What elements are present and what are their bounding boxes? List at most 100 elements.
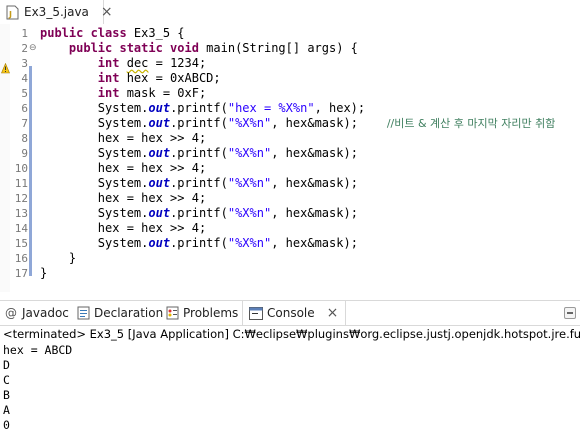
tab-label: Ex3_5.java bbox=[24, 5, 89, 19]
code-keyword: int bbox=[97, 56, 120, 70]
line-number: 4 bbox=[21, 72, 28, 85]
warning-icon[interactable] bbox=[1, 59, 10, 74]
line-number: 7 bbox=[21, 117, 28, 130]
change-indicator-bar bbox=[29, 66, 32, 276]
code-token: hex = hex >> 4; bbox=[40, 221, 207, 235]
code-line: int hex = 0xABCD; bbox=[40, 71, 221, 86]
console-terminated-header: <terminated> Ex3_5 [Java Application] C:… bbox=[3, 327, 580, 341]
console-output-line: C bbox=[3, 373, 10, 387]
code-token: mask = 0xF; bbox=[119, 86, 207, 100]
close-icon[interactable]: × bbox=[101, 5, 113, 19]
code-token: out bbox=[148, 116, 171, 130]
problems-icon bbox=[165, 306, 179, 320]
code-token: main(String[] args) { bbox=[198, 41, 358, 55]
code-string: "%X%n" bbox=[227, 236, 272, 250]
code-token: out bbox=[148, 101, 171, 115]
code-line: hex = hex >> 4; bbox=[40, 161, 206, 176]
code-line: public class Ex3_5 { bbox=[40, 26, 185, 41]
code-editor[interactable]: 1 2 ⊖ 3 4 5 6 7 8 9 10 11 12 13 14 15 16 17 public class … bbox=[0, 24, 580, 292]
line-number: 17 bbox=[14, 267, 28, 280]
code-string: "%X%n" bbox=[227, 116, 272, 130]
code-text-area[interactable]: public class Ex3_5 { public static void … bbox=[40, 24, 580, 292]
code-line: System.out.printf("%X%n", hex&mask); bbox=[40, 236, 358, 251]
code-token: .printf( bbox=[170, 101, 228, 115]
console-output-line: B bbox=[3, 388, 10, 402]
declaration-icon bbox=[76, 306, 90, 320]
console-icon bbox=[249, 306, 263, 320]
code-line: System.out.printf("%X%n", hex&mask); //비… bbox=[40, 116, 556, 131]
minimize-icon[interactable] bbox=[564, 307, 576, 319]
code-token: out bbox=[148, 206, 171, 220]
line-number: 16 bbox=[14, 252, 28, 265]
line-number: 12 bbox=[14, 192, 28, 205]
code-token: System. bbox=[40, 101, 149, 115]
code-token: , hex&mask); bbox=[271, 236, 358, 250]
console-output-line: D bbox=[3, 358, 10, 372]
code-token: .printf( bbox=[170, 206, 228, 220]
console-output-line: 0 bbox=[3, 418, 10, 432]
code-line: System.out.printf("%X%n", hex&mask); bbox=[40, 176, 358, 191]
code-keyword: int bbox=[97, 71, 120, 85]
code-token: System. bbox=[40, 116, 149, 130]
code-token: hex = hex >> 4; bbox=[40, 191, 207, 205]
code-token: System. bbox=[40, 176, 149, 190]
code-line: hex = hex >> 4; bbox=[40, 221, 206, 236]
code-token: = 1234; bbox=[148, 56, 207, 70]
line-number: 10 bbox=[14, 162, 28, 175]
tab-javadoc[interactable]: @ Javadoc bbox=[4, 301, 69, 325]
code-token: out bbox=[148, 236, 171, 250]
code-token: out bbox=[148, 176, 171, 190]
tab-declaration[interactable]: Declaration bbox=[76, 301, 163, 325]
code-line: hex = hex >> 4; bbox=[40, 191, 206, 206]
views-tab-bar: @ Javadoc Declaration Problems Console × bbox=[0, 300, 580, 326]
close-icon[interactable]: × bbox=[327, 305, 339, 321]
line-number: 15 bbox=[14, 237, 28, 250]
code-line: int mask = 0xF; bbox=[40, 86, 206, 101]
console-output-line: hex = ABCD bbox=[3, 343, 73, 357]
line-number: 2 bbox=[21, 42, 28, 55]
code-token: hex = 0xABCD; bbox=[119, 71, 221, 85]
tab-console-label: Console bbox=[267, 306, 315, 320]
console-output[interactable]: <terminated> Ex3_5 [Java Application] C:… bbox=[0, 326, 580, 435]
code-line: } bbox=[40, 266, 47, 281]
code-token: .printf( bbox=[170, 236, 228, 250]
console-output-line: A bbox=[3, 403, 10, 417]
line-number: 1 bbox=[21, 27, 28, 40]
code-string: "%X%n" bbox=[227, 206, 272, 220]
tab-ex3-5-java[interactable]: J Ex3_5.java × bbox=[0, 0, 113, 25]
code-token: out bbox=[148, 146, 171, 160]
line-number: 6 bbox=[21, 102, 28, 115]
code-token: System. bbox=[40, 236, 149, 250]
tab-console[interactable]: Console × bbox=[242, 301, 346, 325]
code-keyword: public static void bbox=[68, 41, 199, 55]
code-line: System.out.printf("%X%n", hex&mask); bbox=[40, 206, 358, 221]
javadoc-icon: @ bbox=[5, 306, 17, 320]
code-token: hex = hex >> 4; bbox=[40, 161, 207, 175]
java-file-icon: J bbox=[6, 5, 19, 20]
code-string: "%X%n" bbox=[227, 176, 272, 190]
line-number: 14 bbox=[14, 222, 28, 235]
code-token: Ex3_5 { bbox=[126, 26, 185, 40]
tab-problems[interactable]: Problems bbox=[165, 301, 238, 325]
svg-text:J: J bbox=[8, 10, 12, 19]
line-number: 11 bbox=[14, 177, 28, 190]
editor-tab-bar: J Ex3_5.java × bbox=[0, 0, 580, 25]
code-line: int dec = 1234; bbox=[40, 56, 206, 71]
code-token: System. bbox=[40, 146, 149, 160]
code-token: } bbox=[40, 251, 77, 265]
line-number: 3 bbox=[21, 57, 28, 70]
code-token: , hex); bbox=[314, 101, 366, 115]
fold-toggle-icon[interactable]: ⊖ bbox=[29, 41, 39, 56]
code-keyword: public class bbox=[40, 26, 127, 40]
code-line: System.out.printf("hex = %X%n", hex); bbox=[40, 101, 365, 116]
code-token: , hex&mask); bbox=[271, 146, 358, 160]
code-line: System.out.printf("%X%n", hex&mask); bbox=[40, 146, 358, 161]
code-token: .printf( bbox=[170, 146, 228, 160]
code-token: .printf( bbox=[170, 176, 228, 190]
line-number: 13 bbox=[14, 207, 28, 220]
